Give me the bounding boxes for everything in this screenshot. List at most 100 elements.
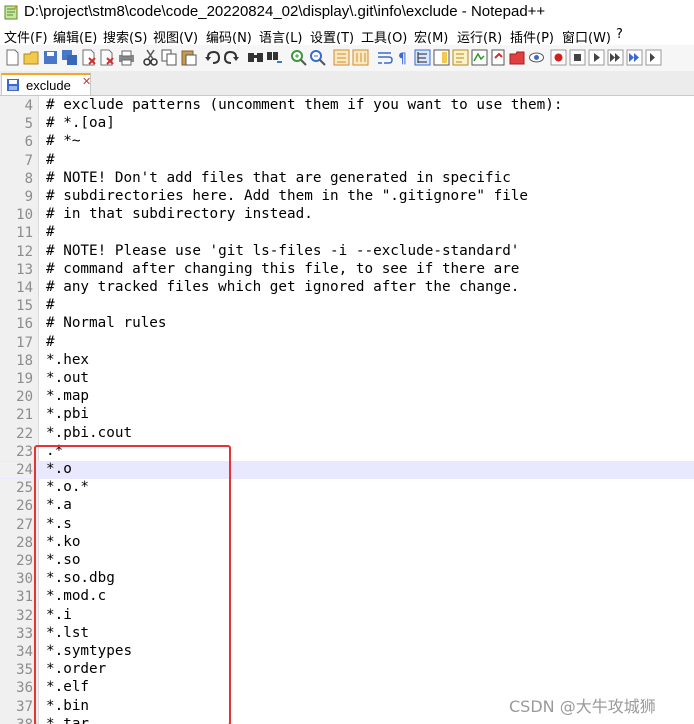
sync-horizontal-icon[interactable] <box>352 49 369 66</box>
line-number: 18 <box>16 352 33 369</box>
run-macro-multiple-icon[interactable] <box>607 49 624 66</box>
menu-macro[interactable]: 宏(M) <box>414 27 448 46</box>
line-text: *.pbi <box>46 406 90 423</box>
code-line[interactable]: 13 # command after changing this file, to… <box>0 261 694 279</box>
save-all-icon[interactable] <box>61 49 78 66</box>
copy-icon[interactable] <box>161 49 178 66</box>
cut-icon[interactable] <box>142 49 159 66</box>
paste-icon[interactable] <box>180 49 197 66</box>
menu-run[interactable]: 运行(R) <box>457 27 502 46</box>
line-number: 6 <box>24 134 33 151</box>
editor-area[interactable]: 4 # exclude patterns (uncomment them if y… <box>0 96 694 724</box>
code-line[interactable]: 17 # <box>0 334 694 352</box>
line-text: *.out <box>46 370 90 386</box>
undo-icon[interactable] <box>204 49 221 66</box>
zoom-in-icon[interactable] <box>290 49 307 66</box>
line-number: 17 <box>16 334 33 351</box>
close-file-icon[interactable] <box>80 49 97 66</box>
monitoring-icon[interactable] <box>490 49 507 66</box>
line-number: 29 <box>16 553 33 569</box>
tab-label: exclude <box>26 78 71 93</box>
replace-icon[interactable] <box>266 49 283 66</box>
line-number: 21 <box>16 407 33 424</box>
line-text: *.map <box>46 388 90 405</box>
line-number: 23 <box>16 443 33 460</box>
tab-exclude[interactable]: exclude ✕ <box>1 73 91 95</box>
code-line[interactable]: 21 *.pbi <box>0 406 694 424</box>
code-line[interactable]: 5 # *.[oa] <box>0 115 694 133</box>
code-line[interactable]: 19 *.out <box>0 370 694 388</box>
print-icon[interactable] <box>118 49 135 66</box>
menu-help[interactable]: ? <box>616 27 623 42</box>
line-text: # *.[oa] <box>46 115 115 132</box>
project-panel-icon[interactable] <box>509 49 526 66</box>
code-line[interactable]: 8 # NOTE! Don't add files that are genera… <box>0 170 694 188</box>
menu-tools[interactable]: 工具(O) <box>361 27 407 46</box>
indent-guide-icon[interactable] <box>414 49 431 66</box>
code-line[interactable]: 4 # exclude patterns (uncomment them if y… <box>0 97 694 115</box>
code-line[interactable]: 14 # any tracked files which get ignored … <box>0 279 694 297</box>
menu-settings[interactable]: 设置(T) <box>310 27 354 46</box>
code-line[interactable]: 7 # <box>0 152 694 170</box>
line-number: 20 <box>16 389 33 406</box>
record-macro-icon[interactable] <box>550 49 567 66</box>
menu-file[interactable]: 文件(F) <box>4 27 48 46</box>
line-text: # *~ <box>46 133 81 150</box>
find-icon[interactable] <box>247 49 264 66</box>
close-all-icon[interactable] <box>99 49 116 66</box>
code-line[interactable]: 20 *.map <box>0 388 694 406</box>
menu-window[interactable]: 窗口(W) <box>562 27 611 46</box>
line-number: 9 <box>24 189 33 205</box>
line-number: 12 <box>16 243 33 260</box>
code-line[interactable]: 11 # <box>0 224 694 242</box>
line-number: 31 <box>16 589 33 606</box>
tab-close-icon[interactable]: ✕ <box>82 75 91 88</box>
save-macro-icon[interactable] <box>626 49 643 66</box>
save-icon[interactable] <box>42 49 59 66</box>
line-text: # <box>46 151 55 168</box>
line-text: *.hex <box>46 351 90 368</box>
preview-icon[interactable] <box>528 49 545 66</box>
line-number: 34 <box>16 644 33 660</box>
line-number: 28 <box>16 534 33 551</box>
extra-tool-icon[interactable] <box>645 49 662 66</box>
line-text: # NOTE! Don't add files that are generat… <box>46 169 511 186</box>
line-number: 26 <box>16 498 33 515</box>
line-number: 7 <box>24 152 33 169</box>
menu-encoding[interactable]: 编码(N) <box>206 27 252 46</box>
code-line[interactable]: 10 # in that subdirectory instead. <box>0 206 694 224</box>
code-line[interactable]: 6 # *~ <box>0 133 694 151</box>
folder-workspace-icon[interactable] <box>471 49 488 66</box>
window-title: D:\project\stm8\code\code_20220824_02\di… <box>24 3 546 20</box>
tab-bar: exclude ✕ <box>0 71 694 96</box>
menu-search[interactable]: 搜索(S) <box>103 27 147 46</box>
open-file-icon[interactable] <box>23 49 40 66</box>
line-number: 5 <box>24 116 33 133</box>
zoom-out-icon[interactable] <box>309 49 326 66</box>
menu-bar: 文件(F) 编辑(E) 搜索(S) 视图(V) 编码(N) 语言(L) 设置(T… <box>0 25 694 46</box>
stop-macro-icon[interactable] <box>569 49 586 66</box>
code-line[interactable]: 16 # Normal rules <box>0 315 694 333</box>
line-number: 38 <box>0 717 33 724</box>
line-text: # <box>46 297 55 314</box>
menu-language[interactable]: 语言(L) <box>259 27 302 46</box>
function-list-icon[interactable] <box>452 49 469 66</box>
line-number: 13 <box>16 261 33 278</box>
code-line[interactable]: 9 # subdirectories here. Add them in the … <box>0 188 694 206</box>
menu-view[interactable]: 视图(V) <box>153 27 198 46</box>
menu-edit[interactable]: 编辑(E) <box>53 27 97 46</box>
doc-map-icon[interactable] <box>433 49 450 66</box>
play-macro-icon[interactable] <box>588 49 605 66</box>
code-line[interactable]: 15 # <box>0 297 694 315</box>
show-all-chars-icon[interactable]: ¶ <box>395 49 412 66</box>
new-file-icon[interactable] <box>4 49 21 66</box>
code-line[interactable]: 22 *.pbi.cout <box>0 425 694 443</box>
line-text: # Normal rules <box>46 315 167 332</box>
code-line[interactable]: 18 *.hex <box>0 352 694 370</box>
menu-plugins[interactable]: 插件(P) <box>510 27 554 46</box>
word-wrap-icon[interactable] <box>376 49 393 66</box>
sync-vertical-icon[interactable] <box>333 49 350 66</box>
code-line[interactable]: 12 # NOTE! Please use 'git ls-files -i --… <box>0 243 694 261</box>
redo-icon[interactable] <box>223 49 240 66</box>
line-number: 11 <box>16 225 33 242</box>
